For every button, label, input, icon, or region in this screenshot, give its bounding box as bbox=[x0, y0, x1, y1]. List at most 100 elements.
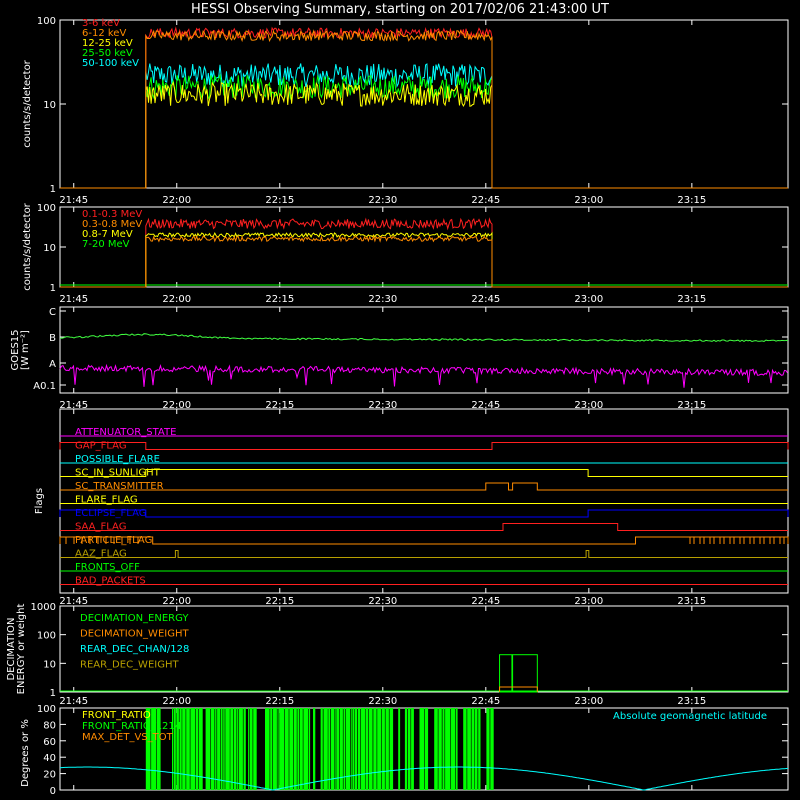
panel-high-energy-frame bbox=[59, 206, 789, 288]
hessi-summary-figure: HESSI Observing Summary, starting on 201… bbox=[6, 2, 789, 797]
y-tick-label: A0.1 bbox=[33, 381, 56, 392]
flag-label: POSSIBLE_FLARE bbox=[75, 454, 160, 465]
ratio-bar bbox=[308, 708, 311, 790]
legend-entry: REAR_DEC_CHAN/128 bbox=[80, 644, 189, 655]
y-tick-label: C bbox=[49, 307, 56, 318]
ratio-bar bbox=[475, 708, 478, 790]
legend-entry: FRONT_RATIO_1214 bbox=[82, 721, 181, 732]
ratio-bar bbox=[225, 708, 230, 790]
ratio-bar bbox=[377, 708, 382, 790]
flag-label: AAZ_FLAG bbox=[75, 549, 127, 560]
x-tick-label: 22:30 bbox=[368, 696, 397, 707]
ratio-bar bbox=[293, 708, 297, 790]
panel-ratio: 0 20 40 60 80 100 Degrees or % FRONT_RATIOFRONT… bbox=[20, 704, 789, 797]
flag-pulse bbox=[779, 536, 785, 544]
ratio-bar bbox=[419, 708, 424, 790]
x-tick-label: 22:15 bbox=[265, 195, 294, 206]
ratio-bar bbox=[381, 708, 385, 790]
x-tick-label: 23:00 bbox=[574, 195, 603, 206]
ratio-bar bbox=[313, 708, 316, 790]
flag-label: BAD_PACKETS bbox=[75, 576, 146, 587]
x-tick-label: 23:15 bbox=[677, 696, 706, 707]
flag-label: SAA_FLAG bbox=[75, 522, 126, 533]
y-tick-label: 10 bbox=[43, 100, 56, 111]
x-tick-label: 22:45 bbox=[471, 195, 500, 206]
series-line bbox=[60, 26, 788, 189]
ratio-bar bbox=[373, 708, 377, 790]
ratio-bar bbox=[411, 708, 414, 790]
decimation-box bbox=[512, 654, 538, 693]
y-tick-label: 10 bbox=[43, 659, 56, 670]
flag-pulse bbox=[689, 536, 695, 544]
ratio-bar bbox=[220, 708, 223, 790]
x-tick-label: 22:30 bbox=[368, 596, 397, 607]
ratio-bar bbox=[303, 708, 309, 790]
x-tick-label: 23:00 bbox=[574, 696, 603, 707]
flag-line bbox=[60, 469, 788, 477]
x-tick-label: 22:00 bbox=[162, 294, 191, 305]
y-axis-label: counts/s/detector bbox=[22, 59, 33, 147]
panel-high-energy: 110100counts/s/detector 0.1-0.3 MeV0.3-0.… bbox=[22, 202, 789, 305]
ratio-bar bbox=[398, 708, 401, 790]
legend-entry: 50-100 keV bbox=[82, 58, 139, 69]
ratio-bar bbox=[265, 708, 270, 790]
ratio-bar bbox=[284, 708, 289, 790]
ratio-bar bbox=[442, 708, 445, 790]
x-tick-label: 21:45 bbox=[59, 195, 88, 206]
y-tick-label: 40 bbox=[43, 753, 56, 764]
x-tick-label: 22:00 bbox=[162, 596, 191, 607]
ratio-bar bbox=[328, 708, 331, 790]
ratio-bar bbox=[365, 708, 368, 790]
flag-label: SC_TRANSMITTER bbox=[75, 481, 164, 492]
ratio-bar bbox=[404, 708, 408, 790]
ratio-bar bbox=[355, 708, 358, 790]
ratio-bar bbox=[195, 708, 199, 790]
flag-pulse bbox=[719, 536, 725, 544]
y-tick-label: A bbox=[49, 359, 56, 370]
x-tick-label: 23:15 bbox=[677, 294, 706, 305]
ratio-bar bbox=[478, 708, 481, 790]
series-line bbox=[59, 363, 788, 388]
x-tick-label: 22:45 bbox=[471, 294, 500, 305]
ratio-bar bbox=[490, 708, 494, 790]
ratio-bar bbox=[277, 708, 279, 790]
flag-label: GAP_FLAG bbox=[75, 441, 127, 452]
series-line bbox=[60, 63, 788, 189]
ratio-bar bbox=[223, 708, 225, 790]
y-axis-label: Flags bbox=[34, 488, 45, 514]
ratio-bar bbox=[345, 708, 350, 790]
series-line bbox=[59, 333, 789, 343]
y-tick-label: 0 bbox=[50, 786, 56, 797]
ratio-bar bbox=[486, 708, 490, 790]
ratio-bar bbox=[323, 708, 328, 790]
ratio-bar bbox=[237, 708, 239, 790]
ratio-bar bbox=[352, 708, 355, 790]
decimation-box bbox=[499, 654, 513, 693]
x-tick-label: 21:45 bbox=[59, 596, 88, 607]
flag-pulse bbox=[739, 536, 745, 544]
y-tick-label: 1000 bbox=[31, 602, 56, 613]
x-tick-label: 22:15 bbox=[265, 596, 294, 607]
legend-entry: REAR_DEC_WEIGHT bbox=[80, 660, 179, 671]
series-line bbox=[60, 29, 788, 189]
y-tick-label: 10 bbox=[43, 243, 56, 254]
ratio-bar bbox=[210, 708, 215, 790]
series-line bbox=[60, 235, 788, 288]
panel-goes-frame bbox=[59, 306, 789, 394]
ratio-bar bbox=[434, 708, 438, 790]
ratio-bar bbox=[350, 708, 352, 790]
y-tick-label: B bbox=[49, 333, 56, 344]
x-tick-label: 22:45 bbox=[471, 696, 500, 707]
x-tick-label: 21:45 bbox=[59, 696, 88, 707]
ratio-bar bbox=[198, 708, 203, 790]
ratio-bar bbox=[299, 708, 303, 790]
flag-pulse bbox=[729, 536, 735, 544]
ratio-bar bbox=[385, 708, 389, 790]
ratio-bar bbox=[233, 708, 237, 790]
series-line bbox=[60, 217, 788, 288]
ratio-bar bbox=[253, 708, 257, 790]
flag-line bbox=[60, 550, 788, 558]
ratio-bar bbox=[248, 708, 250, 790]
x-tick-label: 23:00 bbox=[574, 596, 603, 607]
y-tick-label: 60 bbox=[43, 737, 56, 748]
